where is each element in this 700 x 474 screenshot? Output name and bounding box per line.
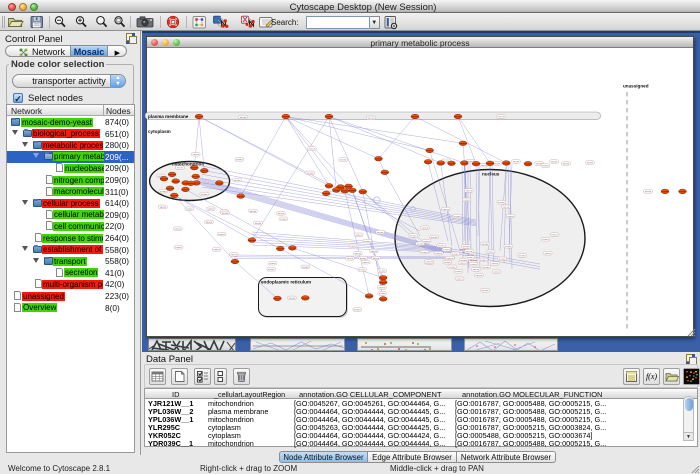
svg-text:cytoplasm: cytoplasm xyxy=(148,129,171,134)
svg-text:plasma membrane: plasma membrane xyxy=(148,114,189,119)
svg-text:unassigned: unassigned xyxy=(623,84,649,89)
svg-text:endoplasmic reticulum: endoplasmic reticulum xyxy=(261,280,311,285)
svg-text:nucleus: nucleus xyxy=(482,172,500,177)
